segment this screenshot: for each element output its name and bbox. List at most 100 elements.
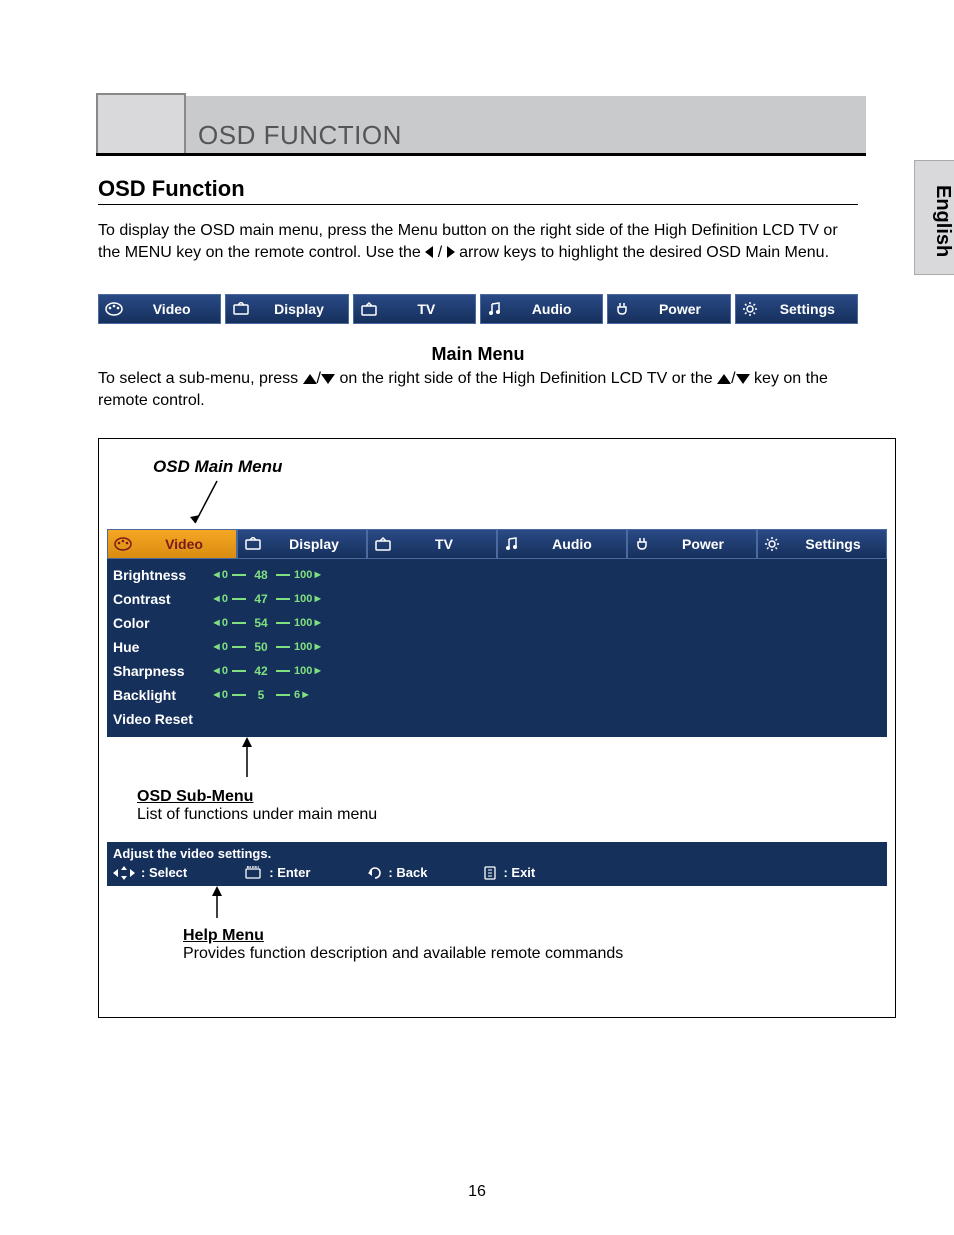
tv-icon [374, 537, 392, 551]
dpad-icon [113, 866, 135, 880]
header-bar: OSD FUNCTION [96, 96, 866, 156]
help-enter: Enter : Enter [243, 865, 310, 880]
osd-tab-power[interactable]: Power [627, 529, 757, 559]
osd-row-color[interactable]: Color ◄054100► [113, 611, 881, 635]
help-select-label: : Select [141, 865, 187, 880]
slider[interactable]: ◄056► [211, 688, 311, 702]
svg-text:Enter: Enter [247, 866, 260, 870]
enter-icon: Enter [243, 866, 263, 880]
help-back: : Back [366, 865, 427, 880]
osd-row-sharpness[interactable]: Sharpness ◄042100► [113, 659, 881, 683]
tab-power[interactable]: Power [607, 294, 730, 324]
osd-row-label: Video Reset [113, 711, 193, 727]
arrow-to-help [207, 886, 887, 925]
help-title: Help Menu [183, 927, 887, 945]
help-exit: : Exit [483, 865, 535, 880]
tab-label: Audio [524, 536, 620, 552]
osd-row-hue[interactable]: Hue ◄050100► [113, 635, 881, 659]
left-arrow-icon [425, 246, 433, 258]
slider-value: 47 [250, 592, 272, 606]
help-caption: Help Menu Provides function description … [183, 927, 887, 963]
tab-video[interactable]: Video [98, 294, 221, 324]
osd-main-menu-label: OSD Main Menu [153, 457, 887, 477]
slider[interactable]: ◄054100► [211, 616, 323, 630]
osd-row-label: Contrast [113, 591, 211, 607]
plug-icon [614, 302, 630, 316]
osd-row-contrast[interactable]: Contrast ◄047100► [113, 587, 881, 611]
slider-value: 54 [250, 616, 272, 630]
help-bar-desc: Adjust the video settings. [113, 846, 881, 861]
slider-value: 50 [250, 640, 272, 654]
plug-icon [634, 537, 650, 551]
tab-display[interactable]: Display [225, 294, 348, 324]
help-select: : Select [113, 865, 187, 880]
submenu-title: OSD Sub-Menu [137, 788, 887, 806]
osd-row-label: Brightness [113, 567, 211, 583]
tab-label: Audio [507, 301, 596, 317]
mm-text-a: To select a sub-menu, press [98, 370, 303, 387]
tab-tv[interactable]: TV [353, 294, 476, 324]
osd-row-reset[interactable]: Video Reset [113, 707, 881, 731]
tab-label: Video [138, 536, 230, 552]
slider[interactable]: ◄047100► [211, 592, 323, 606]
slider[interactable]: ◄050100► [211, 640, 323, 654]
page-number: 16 [0, 1183, 954, 1201]
slider-value: 42 [250, 664, 272, 678]
header-tab-spacer [96, 93, 186, 153]
tab-label: Display [256, 301, 341, 317]
help-bar: Adjust the video settings. : Select Ente… [107, 842, 887, 886]
down-arrow-icon [321, 374, 335, 384]
arrow-to-submenu [237, 737, 887, 784]
tab-label: Power [656, 536, 750, 552]
osd-row-backlight[interactable]: Backlight ◄056► [113, 683, 881, 707]
right-arrow-icon [447, 246, 455, 258]
help-back-label: : Back [388, 865, 427, 880]
osd-tab-display[interactable]: Display [237, 529, 367, 559]
osd-row-label: Hue [113, 639, 211, 655]
palette-icon [105, 302, 123, 316]
tab-label: TV [398, 536, 490, 552]
slider-value: 5 [250, 688, 272, 702]
tab-label: Settings [764, 301, 851, 317]
osd-diagram: OSD Main Menu Video Display TV Audio Pow… [98, 438, 896, 1018]
title-rule [98, 204, 858, 205]
arrow-to-tabs [187, 479, 887, 529]
tab-settings[interactable]: Settings [735, 294, 858, 324]
palette-icon [114, 537, 132, 551]
display-icon [244, 537, 262, 551]
submenu-desc: List of functions under main menu [137, 806, 377, 823]
slider-value: 48 [250, 568, 272, 582]
display-icon [232, 302, 250, 316]
intro-slash: / [438, 244, 447, 261]
slider[interactable]: ◄048100► [211, 568, 323, 582]
gear-icon [764, 536, 780, 552]
submenu-caption: OSD Sub-Menu List of functions under mai… [137, 788, 887, 824]
osd-tab-tv[interactable]: TV [367, 529, 497, 559]
osd-row-brightness[interactable]: Brightness ◄048100► [113, 563, 881, 587]
osd-tab-video[interactable]: Video [107, 529, 237, 559]
section-title: OSD Function [98, 176, 245, 202]
osd-tab-audio[interactable]: Audio [497, 529, 627, 559]
down-arrow-icon [736, 374, 750, 384]
tab-audio[interactable]: Audio [480, 294, 603, 324]
slider[interactable]: ◄042100► [211, 664, 323, 678]
tab-label: Settings [786, 536, 880, 552]
osd-body: Brightness ◄048100► Contrast ◄047100► Co… [107, 559, 887, 737]
osd-row-label: Color [113, 615, 211, 631]
help-exit-label: : Exit [503, 865, 535, 880]
intro-text-c: arrow keys to highlight the desired OSD … [459, 244, 829, 261]
osd-row-label: Backlight [113, 687, 211, 703]
tv-icon [360, 302, 378, 316]
up-arrow-icon [717, 374, 731, 384]
header-title: OSD FUNCTION [198, 120, 402, 151]
osd-tab-settings[interactable]: Settings [757, 529, 887, 559]
exit-icon [483, 866, 497, 880]
note-icon [504, 537, 518, 551]
language-tab: English [914, 160, 954, 275]
gear-icon [742, 301, 758, 317]
mm-text-b: on the right side of the High Definition… [339, 370, 717, 387]
osd-row-label: Sharpness [113, 663, 211, 679]
tab-label: Display [268, 536, 360, 552]
up-arrow-icon [303, 374, 317, 384]
tab-label: Power [636, 301, 723, 317]
